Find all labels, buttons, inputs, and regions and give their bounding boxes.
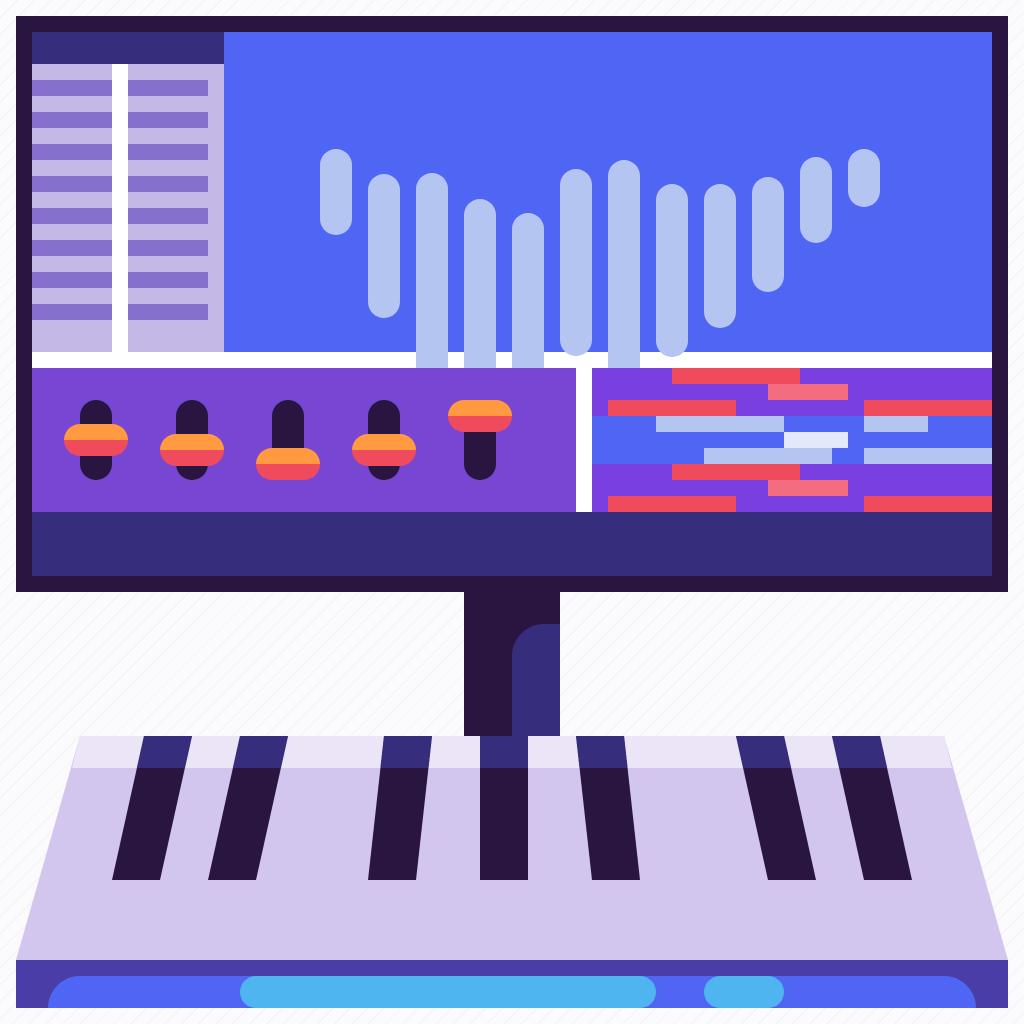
black-key-tops xyxy=(136,736,888,768)
midi-keyboard xyxy=(16,736,1008,1008)
black-key-top xyxy=(380,736,432,768)
black-key-top xyxy=(232,736,288,768)
black-key-top xyxy=(136,736,192,768)
black-key-top xyxy=(576,736,628,768)
keyboard-display-light-long xyxy=(240,976,656,1008)
black-key-top xyxy=(480,736,528,768)
black-key-top xyxy=(736,736,792,768)
keyboard-display-light-short xyxy=(704,976,784,1008)
black-key-top xyxy=(832,736,888,768)
